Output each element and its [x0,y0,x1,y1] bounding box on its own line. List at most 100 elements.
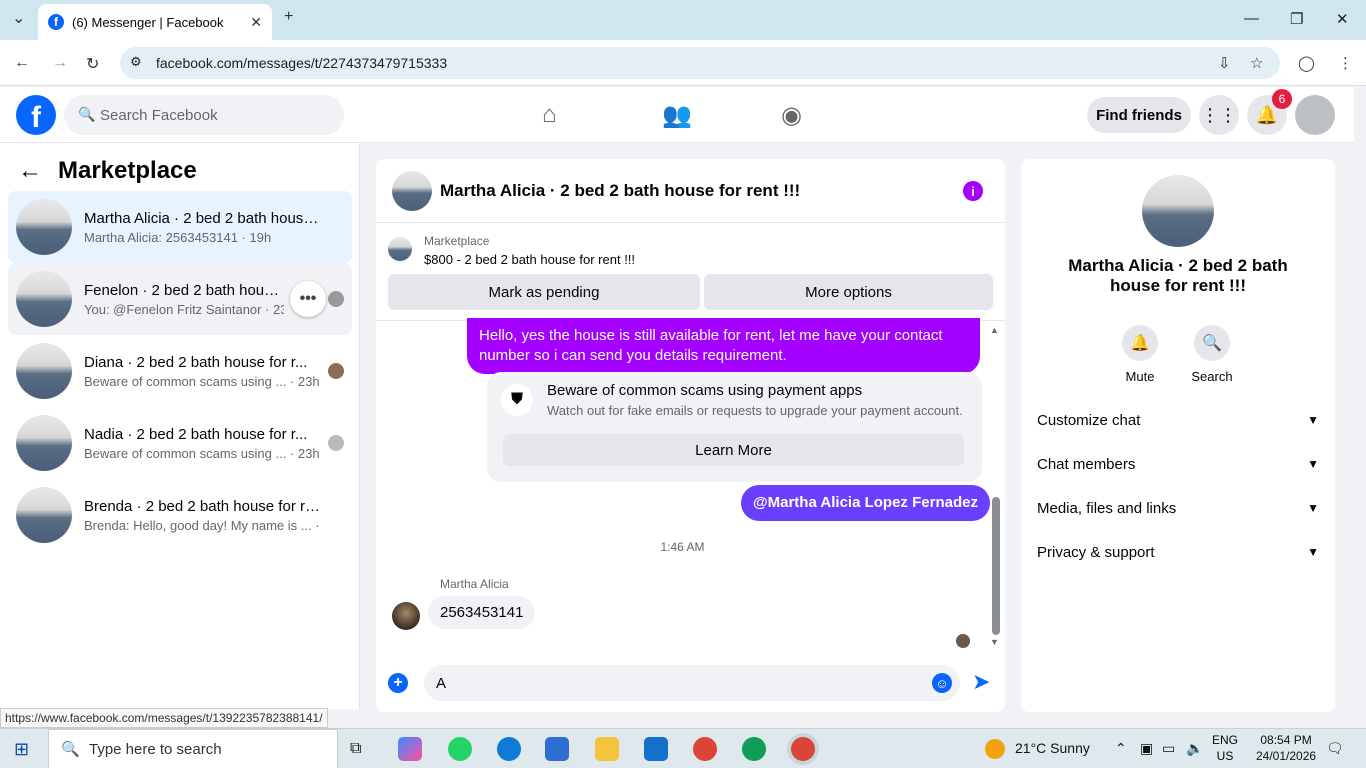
url-field[interactable]: ⚙ facebook.com/messages/t/22743734797153… [120,47,1280,79]
tab-close-icon[interactable]: ✕ [250,14,262,31]
account-avatar[interactable] [1295,95,1335,135]
info-icon[interactable]: i [963,181,983,201]
restore-icon[interactable]: ❐ [1290,10,1303,28]
chevron-down-icon: ▼ [1307,457,1319,471]
search-icon: 🔍 [61,741,80,758]
reload-icon[interactable]: ↻ [86,54,99,74]
show-hidden-icons-icon[interactable]: ⌃ [1115,740,1127,757]
weather-text[interactable]: 21°C Sunny [1015,740,1090,756]
window-close-icon[interactable]: ✕ [1336,10,1349,28]
conversation-item[interactable]: Diana · 2 bed 2 bath house for r... Bewa… [8,335,352,407]
facebook-search-input[interactable]: 🔍 Search Facebook [64,95,344,135]
conversation-item[interactable]: Fenelon · 2 bed 2 bath house f... You: @… [8,263,352,335]
sender-name: Martha Alicia [440,577,509,591]
scroll-up-icon[interactable]: ▲ [990,325,999,335]
profile-icon[interactable]: ◯ [1298,54,1315,72]
install-app-icon[interactable]: ⇩ [1218,54,1231,72]
more-options-button[interactable]: More options [704,274,993,310]
back-arrow-icon[interactable]: ← [18,157,42,185]
file-explorer-icon[interactable] [595,737,619,761]
system-clock[interactable]: 08:54 PM 24/01/2026 [1256,732,1316,764]
shield-icon: ⛊ [501,384,533,416]
outlook-icon[interactable] [644,737,668,761]
conversation-item[interactable]: Brenda · 2 bed 2 bath house for re... Br… [8,479,352,551]
conversation-item[interactable]: Martha Alicia · 2 bed 2 bath house... Ma… [8,191,352,263]
media-files-links-section[interactable]: Media, files and links ▼ [1037,492,1319,524]
back-icon[interactable]: ← [14,54,30,72]
send-icon[interactable]: ➤ [972,669,990,695]
chat-details-panel: Martha Alicia · 2 bed 2 bath house for r… [1021,159,1335,712]
incoming-message[interactable]: 2563453141 [428,596,536,629]
conversation-preview: Brenda: Hello, good day! My name is ... … [84,517,324,533]
site-info-icon[interactable]: ⚙ [130,54,142,70]
search-conversation-button[interactable]: 🔍 Search [1182,325,1242,384]
volume-icon[interactable]: 🔈 [1186,740,1203,757]
whatsapp-icon[interactable] [448,737,472,761]
outgoing-message[interactable]: Hello, yes the house is still available … [467,318,980,374]
chat-title[interactable]: Martha Alicia · 2 bed 2 bath house for r… [440,181,800,201]
minimize-icon[interactable]: — [1244,10,1259,27]
scam-warning-title: Beware of common scams using payment app… [547,382,863,399]
conversation-item[interactable]: Nadia · 2 bed 2 bath house for r... Bewa… [8,407,352,479]
chat-members-section[interactable]: Chat members ▼ [1037,448,1319,480]
learn-more-button[interactable]: Learn More [503,434,964,466]
tab-search-icon[interactable]: ⌄ [12,8,25,28]
marketplace-label: Marketplace [424,234,490,248]
tray-device-icon[interactable]: ▣ [1140,740,1153,757]
chevron-down-icon: ▼ [1307,501,1319,515]
chevron-down-icon: ▼ [1307,413,1319,427]
home-icon[interactable]: ⌂ [542,101,557,129]
store-icon[interactable] [545,737,569,761]
edge-icon[interactable] [497,737,521,761]
chrome-icon[interactable] [742,737,766,761]
conversation-preview: Martha Alicia: 2563453141 · 19h [84,229,272,245]
browser-tab[interactable]: f (6) Messenger | Facebook ✕ [38,4,272,40]
chat-header: Martha Alicia · 2 bed 2 bath house for r… [376,159,1005,223]
panel-header: ← Marketplace [18,157,197,185]
mute-button[interactable]: 🔔 Mute [1110,325,1170,384]
listing-title[interactable]: $800 - 2 bed 2 bath house for rent !!! [424,252,635,267]
task-view-icon[interactable]: ⧉ [350,740,361,758]
taskbar-search-input[interactable]: 🔍 Type here to search [48,729,338,768]
seen-avatar [328,291,344,307]
customize-chat-section[interactable]: Customize chat ▼ [1037,404,1319,436]
groups-icon[interactable]: ◉ [781,101,802,130]
find-friends-button[interactable]: Find friends [1087,97,1191,133]
plus-icon[interactable]: + [388,673,408,693]
forward-icon[interactable]: → [52,54,68,72]
section-label: Media, files and links [1037,499,1177,517]
chrome-active-icon[interactable] [791,737,815,761]
notification-center-icon[interactable]: 🗨 [1326,740,1344,757]
taskbar-search-placeholder: Type here to search [89,740,222,758]
chat-scrollbar[interactable] [992,497,1000,635]
chrome-profile-icon[interactable] [693,737,717,761]
listing-thumbnail[interactable] [388,237,412,261]
new-tab-icon[interactable]: + [284,8,293,26]
clock-time: 08:54 PM [1260,733,1312,747]
facebook-logo-icon[interactable]: f [16,95,56,135]
input-language[interactable]: ENG US [1212,732,1238,764]
keyboard-region: US [1216,749,1234,763]
message-input[interactable] [424,665,960,701]
copilot-icon[interactable] [398,737,422,761]
mark-as-pending-button[interactable]: Mark as pending [388,274,700,310]
chat-thumbnail[interactable] [392,170,432,211]
page-scrollbar[interactable] [1354,87,1366,728]
bookmark-star-icon[interactable]: ☆ [1250,54,1263,72]
emoji-icon[interactable]: ☺ [932,673,952,693]
network-icon[interactable]: ▭ [1162,740,1175,757]
listing-thumbnail[interactable] [1142,175,1214,247]
windows-start-icon[interactable]: ⊞ [14,739,29,760]
scroll-down-icon[interactable]: ▼ [990,637,999,647]
details-title: Martha Alicia · 2 bed 2 bath house for r… [1068,256,1288,295]
menu-dots-icon[interactable]: ⋮ [1338,54,1353,72]
outgoing-mention-message[interactable]: @Martha Alicia Lopez Fernadez [741,485,990,521]
weather-sun-icon[interactable] [985,739,1005,759]
friends-icon[interactable]: 👥 [662,101,692,130]
sender-avatar[interactable] [392,602,420,630]
privacy-support-section[interactable]: Privacy & support ▼ [1037,536,1319,568]
tab-title: (6) Messenger | Facebook [72,14,224,30]
menu-grid-icon[interactable]: ⋮⋮ [1199,95,1239,135]
more-options-icon[interactable]: ••• [290,281,326,317]
conversation-name: Nadia · 2 bed 2 bath house for r... [84,425,308,443]
